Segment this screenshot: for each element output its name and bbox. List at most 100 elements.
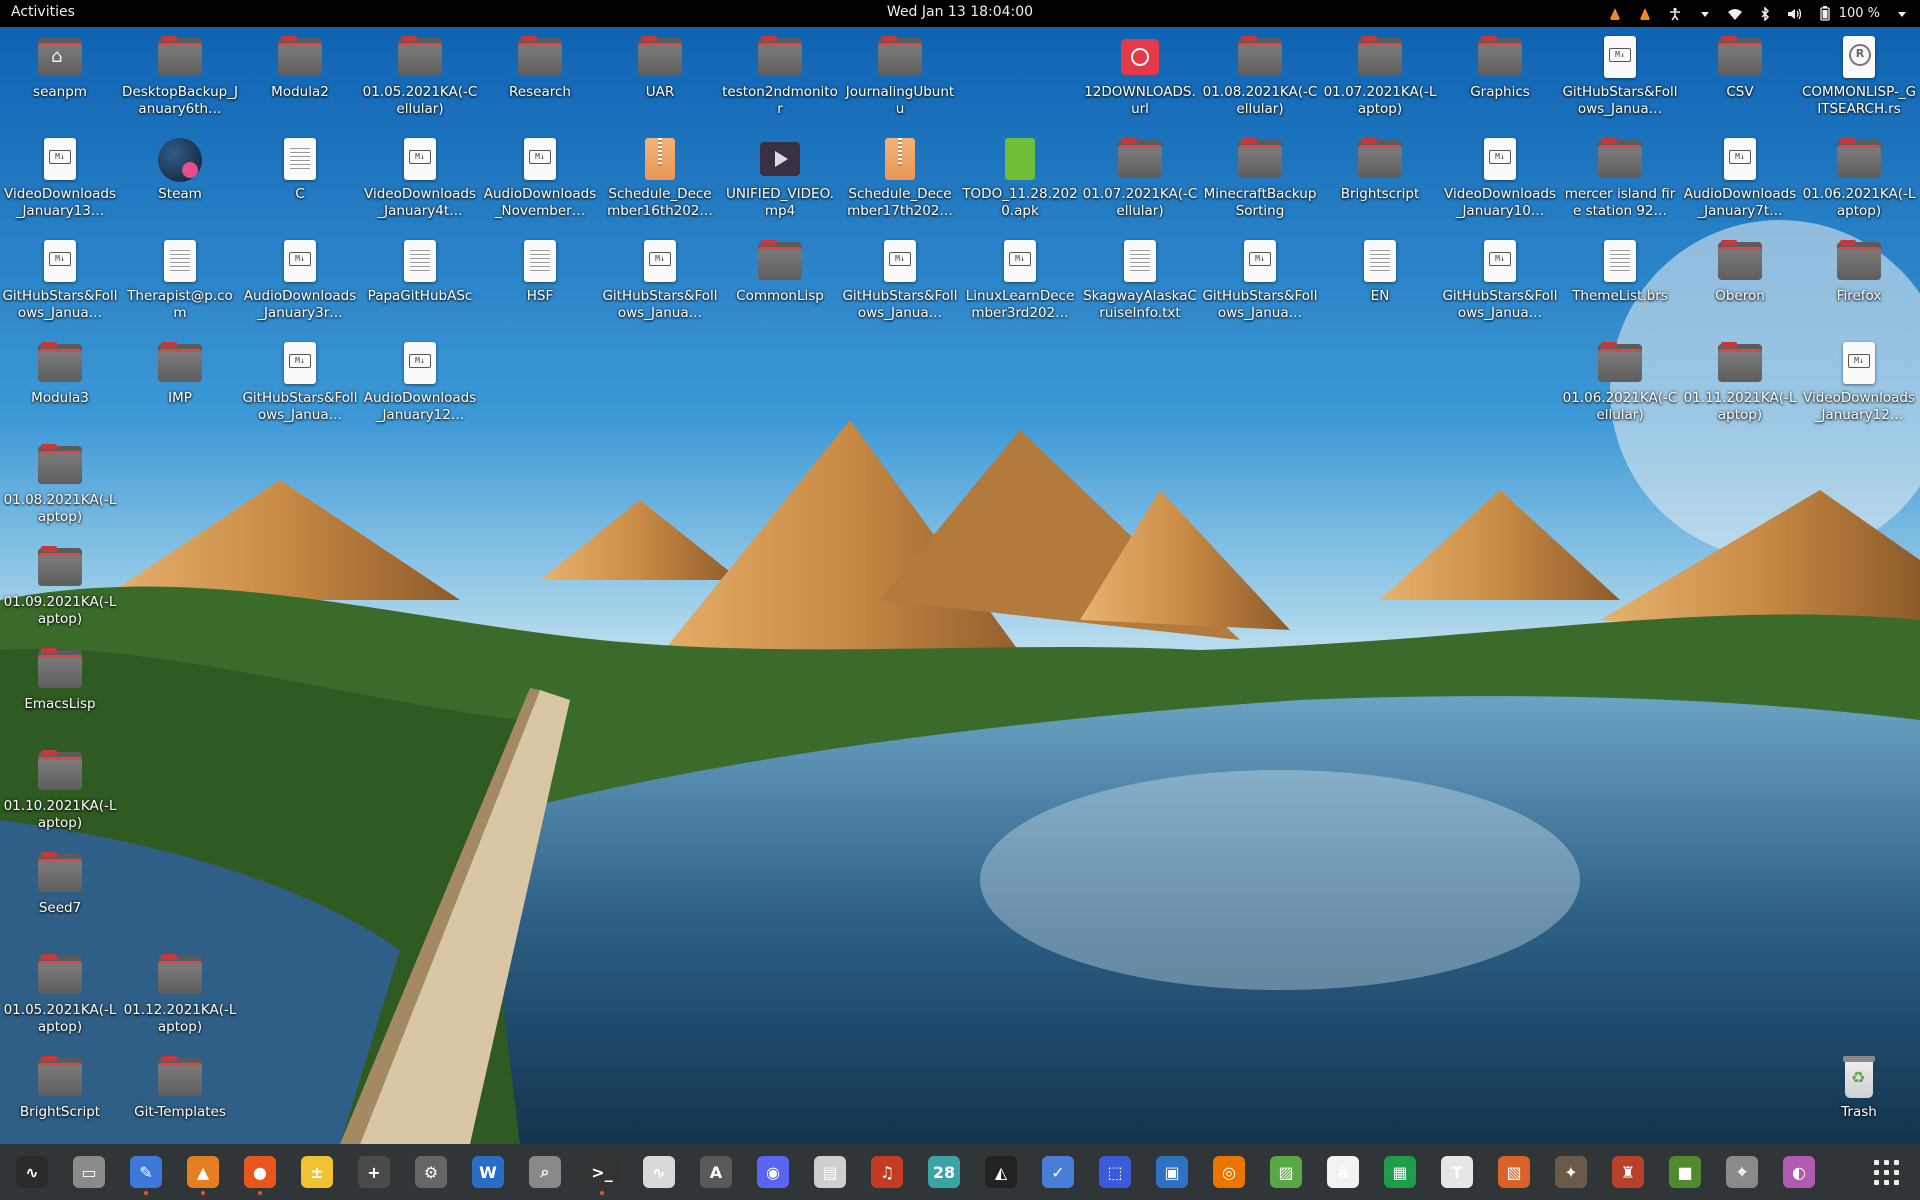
desktop-icon-trash[interactable]: Trash [1800,1054,1918,1121]
desktop-icon-folder[interactable]: 01.08.2021KA(-Laptop) [1,442,119,526]
dock-item-terminal[interactable]: >_ [578,1148,626,1196]
desktop-icon-rust-file[interactable]: COMMONLISP-_GITSEARCH.rs [1800,34,1918,118]
dock-item-firefox[interactable]: ● [236,1148,284,1196]
dock-item-minecraft[interactable]: ■ [1661,1148,1709,1196]
dock-item-calculator[interactable]: ± [293,1148,341,1196]
desktop-icon-url[interactable]: 12DOWNLOADS.url [1081,34,1199,118]
dock-item-inkscape[interactable]: ◭ [977,1148,1025,1196]
power-menu-icon[interactable] [1894,6,1910,22]
desktop-icon-markdown[interactable]: M↓ GitHubStars&Follows_Janua… [1201,238,1319,322]
dock-item-software-center[interactable]: A [692,1148,740,1196]
dock-item-calendar[interactable]: 28 [920,1148,968,1196]
dock-item-fonts[interactable]: T [1433,1148,1481,1196]
desktop-icon-markdown[interactable]: M↓ LinuxLearnDecember3rd202… [961,238,1079,322]
dock-item-settings[interactable]: ⚙ [407,1148,455,1196]
desktop-icon-document[interactable]: ThemeList.brs [1561,238,1679,305]
desktop-icon-markdown[interactable]: M↓ GitHubStars&Follows_Janua… [1561,34,1679,118]
desktop-icon-markdown[interactable]: M↓ GitHubStars&Follows_Janua… [601,238,719,322]
chevron-down-icon[interactable] [1697,6,1713,22]
dock-item-files[interactable]: ▭ [65,1148,113,1196]
dock-item-tweaks[interactable]: ◐ [1775,1148,1823,1196]
dock-item-todo[interactable]: ✓ [1034,1148,1082,1196]
dock-item-presentation[interactable]: ▧ [1490,1148,1538,1196]
desktop-icon-folder[interactable]: Brightscript [1321,136,1439,203]
desktop-icon-folder[interactable]: teston2ndmonitor [721,34,839,118]
clock[interactable]: Wed Jan 13 18:04:00 [887,4,1033,20]
desktop-icon-folder[interactable]: BrightScript [1,1054,119,1121]
desktop-icon-folder[interactable]: 01.05.2021KA(-Laptop) [1,952,119,1036]
dock-item-system-monitor[interactable]: ∿ [8,1148,56,1196]
desktop-icon-folder[interactable]: 01.05.2021KA(-Cellular) [361,34,479,118]
dock-item-music[interactable]: ♫ [863,1148,911,1196]
desktop-icon-folder[interactable]: 01.12.2021KA(-Laptop) [121,952,239,1036]
desktop-icon-archive[interactable]: Schedule_December17th202… [841,136,959,220]
desktop-icon-folder[interactable]: Modula2 [241,34,359,101]
desktop-icon-folder[interactable]: 01.06.2021KA(-Laptop) [1800,136,1918,220]
desktop-icon-markdown[interactable]: M↓ AudioDownloads_January3r… [241,238,359,322]
vlc-tray-icon-2[interactable] [1637,6,1653,22]
desktop-icon-folder[interactable]: MinecraftBackupSorting [1201,136,1319,220]
desktop-icon-folder[interactable]: 01.11.2021KA(-Laptop) [1681,340,1799,424]
desktop-icon-markdown[interactable]: M↓ VideoDownloads_January13… [1,136,119,220]
volume-icon[interactable] [1787,6,1803,22]
dock-item-scanner[interactable]: ▤ [806,1148,854,1196]
desktop-icon-folder[interactable]: Research [481,34,599,101]
desktop-icon-folder[interactable]: IMP [121,340,239,407]
desktop-icon-folder[interactable]: 01.07.2021KA(-Laptop) [1321,34,1439,118]
desktop-icon-steam[interactable]: Steam [121,136,239,203]
desktop-icon-markdown[interactable]: M↓ AudioDownloads_January7t… [1681,136,1799,220]
dock-item-maps[interactable]: ⌖ [1718,1148,1766,1196]
dock-item-search-tool[interactable]: ⌕ [521,1148,569,1196]
system-tray[interactable]: 100 % [1607,3,1910,24]
desktop-icon-archive[interactable]: Schedule_December16th202… [601,136,719,220]
dock-item-audio-editor[interactable]: ∿ [635,1148,683,1196]
desktop-icon-folder[interactable]: Graphics [1441,34,1559,101]
desktop-icon-folder[interactable]: 01.09.2021KA(-Laptop) [1,544,119,628]
desktop-icon-markdown[interactable]: M↓ AudioDownloads_November… [481,136,599,220]
desktop-icon-folder[interactable]: Firefox [1800,238,1918,305]
desktop-icon-folder[interactable]: EmacsLisp [1,646,119,713]
desktop-icon-markdown[interactable]: M↓ VideoDownloads_January12… [1800,340,1918,424]
desktop-icon-folder[interactable]: 01.06.2021KA(-Cellular) [1561,340,1679,424]
accessibility-icon[interactable] [1667,6,1683,22]
desktop-icon-markdown[interactable]: M↓ VideoDownloads_January10… [1441,136,1559,220]
desktop-icon-document[interactable]: Therapist@p.com [121,238,239,322]
desktop-icon-folder[interactable]: CommonLisp [721,238,839,305]
desktop-icon-markdown[interactable]: M↓ VideoDownloads_January4t… [361,136,479,220]
dock-item-writer[interactable]: W [464,1148,512,1196]
dock-item-vlc[interactable]: ▲ [179,1148,227,1196]
desktop-icon-markdown[interactable]: M↓ GitHubStars&Follows_Janua… [241,340,359,424]
dock-item-screenshot[interactable]: ⬚ [1091,1148,1139,1196]
desktop-icon-document[interactable]: HSF [481,238,599,305]
desktop-icon-folder[interactable]: Seed7 [1,850,119,917]
desktop-icon-folder[interactable]: UAR [601,34,719,101]
dock-item-blender[interactable]: ◎ [1205,1148,1253,1196]
dock-item-virtualbox[interactable]: ▣ [1148,1148,1196,1196]
desktop-icon-folder[interactable]: 01.10.2021KA(-Laptop) [1,748,119,832]
activities-button[interactable]: Activities [11,4,75,20]
desktop-icon-folder[interactable]: 01.08.2021KA(-Cellular) [1201,34,1319,118]
desktop-icon-folder[interactable]: Git-Templates [121,1054,239,1121]
dock-item-image-viewer[interactable]: ▨ [1262,1148,1310,1196]
desktop-icon-folder[interactable]: mercer island fire station 92… [1561,136,1679,220]
dock-item-discord[interactable]: ◉ [749,1148,797,1196]
desktop-icon-document[interactable]: C [241,136,359,203]
desktop-icon-folder[interactable]: Modula3 [1,340,119,407]
desktop-icon-home[interactable]: seanpm [1,34,119,101]
dock-item-terminal-plus[interactable]: + [350,1148,398,1196]
bluetooth-icon[interactable] [1757,6,1773,22]
battery-icon[interactable] [1817,6,1833,22]
desktop-icon-document[interactable]: EN [1321,238,1439,305]
desktop-icon-folder[interactable]: CSV [1681,34,1799,101]
desktop-icon-folder[interactable]: Oberon [1681,238,1799,305]
dock-item-game[interactable]: ♜ [1604,1148,1652,1196]
desktop-icon-markdown[interactable]: M↓ AudioDownloads_January12… [361,340,479,424]
dock-item-character-map[interactable]: à [1319,1148,1367,1196]
dock-item-text-editor[interactable]: ✎ [122,1148,170,1196]
desktop-icon-markdown[interactable]: M↓ GitHubStars&Follows_Janua… [1441,238,1559,322]
desktop-icon-document[interactable]: PapaGitHubASc [361,238,479,305]
dock-item-gimp[interactable]: ✦ [1547,1148,1595,1196]
desktop-icon-apk[interactable]: TODO_11.28.2020.apk [961,136,1079,220]
desktop-icon-markdown[interactable]: M↓ GitHubStars&Follows_Janua… [1,238,119,322]
vlc-tray-icon[interactable] [1607,6,1623,22]
